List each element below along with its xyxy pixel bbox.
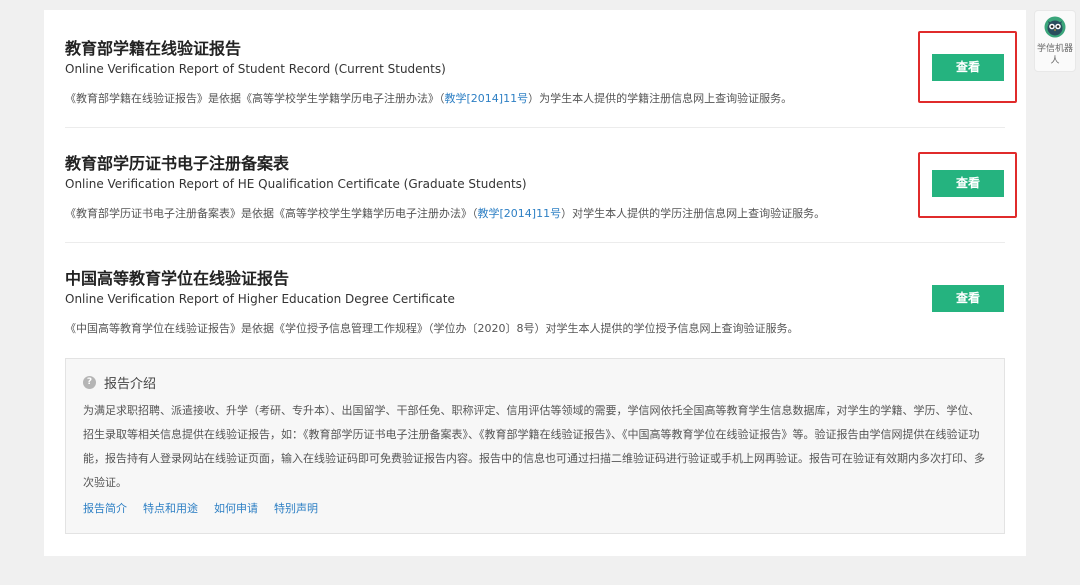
view-button-qualification-certificate[interactable]: 查看 (932, 170, 1004, 197)
report-title: 中国高等教育学位在线验证报告 (65, 269, 290, 288)
report-item-qualification-certificate: 教育部学历证书电子注册备案表 Online Verification Repor… (65, 150, 1005, 225)
report-list-card: 教育部学籍在线验证报告 Online Verification Report o… (44, 10, 1026, 556)
regulation-link[interactable]: 教学[2014]11号 (478, 207, 562, 220)
report-intro-panel: ? 报告介绍 为满足求职招聘、派遣接收、升学（考研、专升本）、出国留学、干部任免… (65, 358, 1005, 534)
report-description-text: 《中国高等教育学位在线验证报告》是依据《学位授予信息管理工作规程》（学位办〔20… (65, 322, 799, 335)
intro-links: 报告简介 特点和用途 如何申请 特别声明 (83, 500, 318, 516)
robot-label: 学信机器人 (1036, 44, 1073, 66)
view-button-student-record[interactable]: 查看 (932, 54, 1004, 81)
owl-robot-icon (1044, 16, 1066, 38)
report-subtitle: Online Verification Report of Student Re… (65, 62, 446, 76)
report-description: 《教育部学籍在线验证报告》是依据《高等学校学生学籍学历电子注册办法》（教学[20… (65, 90, 792, 106)
intro-link-disclaimer[interactable]: 特别声明 (274, 500, 318, 516)
report-description: 《教育部学历证书电子注册备案表》是依据《高等学校学生学籍学历电子注册办法》（教学… (65, 205, 825, 221)
report-item-student-record: 教育部学籍在线验证报告 Online Verification Report o… (65, 35, 1005, 110)
intro-title: 报告介绍 (104, 377, 157, 392)
report-subtitle: Online Verification Report of HE Qualifi… (65, 177, 527, 191)
intro-link-features[interactable]: 特点和用途 (143, 500, 198, 516)
report-subtitle: Online Verification Report of Higher Edu… (65, 292, 455, 306)
report-description-text: ）对学生本人提供的学历注册信息网上查询验证服务。 (561, 207, 826, 220)
intro-body-text: 为满足求职招聘、派遣接收、升学（考研、专升本）、出国留学、干部任免、职称评定、信… (83, 404, 985, 489)
intro-header: ? 报告介绍 (83, 373, 156, 392)
question-mark-icon: ? (83, 376, 96, 389)
report-description-text: 《教育部学历证书电子注册备案表》是依据《高等学校学生学籍学历电子注册办法》（ (65, 207, 478, 220)
report-description-text: ）为学生本人提供的学籍注册信息网上查询验证服务。 (528, 92, 793, 105)
intro-link-how-to-apply[interactable]: 如何申请 (214, 500, 258, 516)
report-description-text: 《教育部学籍在线验证报告》是依据《高等学校学生学籍学历电子注册办法》（ (65, 92, 445, 105)
report-item-degree-certificate: 中国高等教育学位在线验证报告 Online Verification Repor… (65, 265, 1005, 340)
regulation-link[interactable]: 教学[2014]11号 (445, 92, 529, 105)
report-description: 《中国高等教育学位在线验证报告》是依据《学位授予信息管理工作规程》（学位办〔20… (65, 320, 799, 336)
report-title: 教育部学历证书电子注册备案表 (65, 154, 290, 173)
divider (65, 242, 1005, 243)
intro-link-overview[interactable]: 报告简介 (83, 500, 127, 516)
report-title: 教育部学籍在线验证报告 (65, 39, 242, 58)
view-button-degree-certificate[interactable]: 查看 (932, 285, 1004, 312)
chat-robot-widget[interactable]: 学信机器人 (1034, 10, 1076, 72)
divider (65, 127, 1005, 128)
